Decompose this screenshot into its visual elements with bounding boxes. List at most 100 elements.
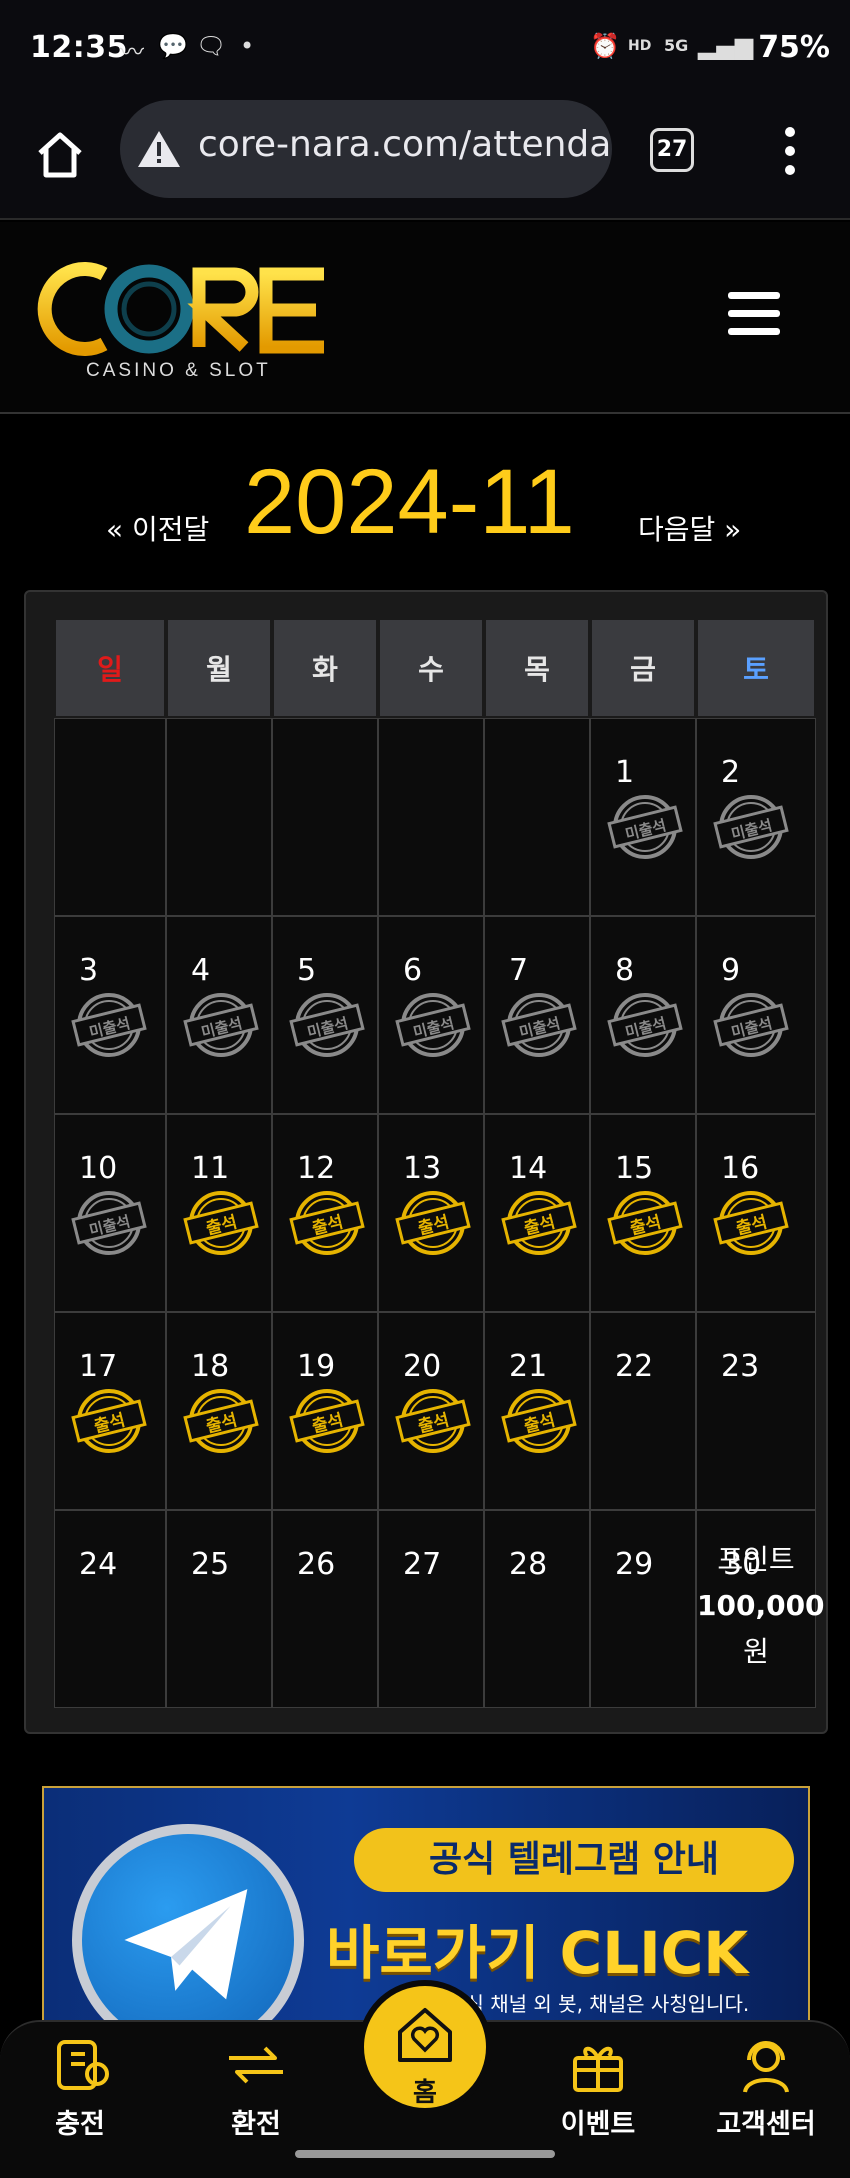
- calendar-day-3: 3 미출석: [54, 916, 166, 1114]
- support-icon: [743, 2041, 789, 2093]
- nav-charge[interactable]: 충전: [10, 2034, 150, 2141]
- day-number: 10: [79, 1151, 118, 1186]
- absent-stamp: 미출석: [71, 993, 147, 1057]
- nav-charge-label: 충전: [55, 2109, 105, 2140]
- day-number: 2: [721, 755, 741, 790]
- day-number: 25: [191, 1547, 230, 1582]
- menu-button[interactable]: [728, 292, 780, 338]
- status-time: 12:35: [30, 30, 128, 65]
- logo-subtitle: CASINO & SLOT: [86, 360, 271, 381]
- calendar-day-22: 22: [590, 1312, 696, 1510]
- nav-home-label: 홈: [413, 2078, 437, 2108]
- day-number: 29: [615, 1547, 654, 1582]
- day-number: 6: [403, 953, 423, 988]
- reward-line: 포인트: [717, 1543, 795, 1576]
- calendar-week-row: 3 미출석 4 미출석 5 미출석 6 미출석 7 미출석 8 미출석 9 미출석: [54, 916, 826, 1114]
- address-bar[interactable]: core-nara.com/attendance: [120, 100, 612, 198]
- weekday-header-cell: 토: [696, 618, 816, 718]
- browser-toolbar: core-nara.com/attendance 27: [0, 100, 850, 220]
- day-number: 17: [79, 1349, 118, 1384]
- day-number: 28: [509, 1547, 548, 1582]
- telegram-plane-icon: [124, 1889, 248, 2000]
- day-number: 13: [403, 1151, 442, 1186]
- day-number: 16: [721, 1151, 760, 1186]
- dot-icon: •: [240, 32, 255, 60]
- calendar-day-8: 8 미출석: [590, 916, 696, 1114]
- nav-exchange[interactable]: 환전: [186, 2034, 326, 2141]
- day-number: 8: [615, 953, 635, 988]
- prev-month-link[interactable]: « 이전달: [106, 508, 209, 548]
- warning-icon[interactable]: [136, 128, 182, 170]
- day-number: 1: [615, 755, 635, 790]
- absent-stamp: 미출석: [501, 993, 577, 1057]
- day-number: 3: [79, 953, 99, 988]
- nav-exchange-label: 환전: [231, 2109, 281, 2140]
- calendar-day-1: 1 미출석: [590, 718, 696, 916]
- day-number: 20: [403, 1349, 442, 1384]
- absent-stamp: 미출석: [713, 993, 789, 1057]
- calendar-week-row: 17 출석 18 출석 19 출석 20 출석 21 출석 22 23: [54, 1312, 826, 1510]
- url-text[interactable]: core-nara.com/attendance: [198, 124, 612, 165]
- exchange-icon: [229, 2046, 283, 2084]
- menu-line: [728, 292, 780, 299]
- tab-switcher-button[interactable]: 27: [650, 128, 694, 172]
- banner-title: 공식 텔레그램 안내: [354, 1828, 794, 1892]
- calendar-day-17: 17 출석: [54, 1312, 166, 1510]
- nav-home[interactable]: 홈: [358, 1980, 492, 2114]
- calendar-day-7: 7 미출석: [484, 916, 590, 1114]
- calendar-week-row: 1 미출석 2 미출석: [54, 718, 826, 916]
- absent-stamp: 미출석: [289, 993, 365, 1057]
- reward-line: 원: [743, 1635, 769, 1668]
- calendar-empty-cell: [54, 718, 166, 916]
- home-heart-icon: [398, 2008, 452, 2062]
- calendar-week-row: 10 미출석 11 출석 12 출석 13 출석 14 출석 15 출석 16 출석: [54, 1114, 826, 1312]
- calendar-day-9: 9 미출석: [696, 916, 816, 1114]
- calendar-empty-cell: [272, 718, 378, 916]
- day-number: 19: [297, 1349, 336, 1384]
- nav-event[interactable]: 이벤트: [528, 2034, 668, 2141]
- calendar-day-23: 23: [696, 1312, 816, 1510]
- calendar-day-14: 14 출석: [484, 1114, 590, 1312]
- attended-stamp: 출석: [183, 1191, 259, 1255]
- absent-stamp: 미출석: [395, 993, 471, 1057]
- site-logo[interactable]: CASINO & SLOT: [34, 252, 354, 382]
- attended-stamp: 출석: [501, 1191, 577, 1255]
- home-icon[interactable]: [30, 125, 90, 185]
- attended-stamp: 출석: [71, 1389, 147, 1453]
- attended-stamp: 출석: [713, 1191, 789, 1255]
- calendar-day-10: 10 미출석: [54, 1114, 166, 1312]
- weekday-header-cell: 월: [166, 618, 272, 718]
- attended-stamp: 출석: [289, 1191, 365, 1255]
- calendar-day-13: 13 출석: [378, 1114, 484, 1312]
- calendar-day-26: 26: [272, 1510, 378, 1708]
- day-number: 27: [403, 1547, 442, 1582]
- next-month-link[interactable]: 다음달 »: [638, 508, 741, 548]
- day-number: 23: [721, 1349, 760, 1384]
- nav-support[interactable]: 고객센터: [696, 2034, 836, 2141]
- calendar-day-11: 11 출석: [166, 1114, 272, 1312]
- calendar-day-15: 15 출석: [590, 1114, 696, 1312]
- absent-stamp: 미출석: [607, 993, 683, 1057]
- calendar-day-30: 30 포인트 100,000 원: [696, 1510, 825, 1708]
- absent-stamp: 미출석: [713, 795, 789, 859]
- day-number: 7: [509, 953, 529, 988]
- calendar-empty-cell: [378, 718, 484, 916]
- calendar-day-5: 5 미출석: [272, 916, 378, 1114]
- more-options-icon[interactable]: [775, 124, 805, 178]
- calendar-day-16: 16 출석: [696, 1114, 816, 1312]
- charge-icon: [57, 2040, 109, 2090]
- day-number: 24: [79, 1547, 118, 1582]
- gesture-bar: [295, 2150, 555, 2158]
- chat-bubble-icon: 💬: [158, 32, 188, 60]
- calendar-day-2: 2 미출석: [696, 718, 816, 916]
- calendar-week-row: 24 25 26 27 28 29 30 포인트 100,000 원: [54, 1510, 826, 1708]
- day-number: 9: [721, 953, 741, 988]
- battery-level: 75%: [758, 30, 830, 65]
- attended-stamp: 출석: [183, 1389, 259, 1453]
- attendance-calendar: 일월화수목금토 1 미출석 2 미출석 3 미출석 4 미출석 5 미출석 6 미출석 7 미출석 8 미출석…: [24, 590, 828, 1734]
- talk-icon: 🗨: [196, 32, 227, 60]
- day-number: 21: [509, 1349, 548, 1384]
- weekday-header-cell: 목: [484, 618, 590, 718]
- banner-cta[interactable]: 바로가기 CLICK: [326, 1906, 748, 1990]
- day-number: 22: [615, 1349, 654, 1384]
